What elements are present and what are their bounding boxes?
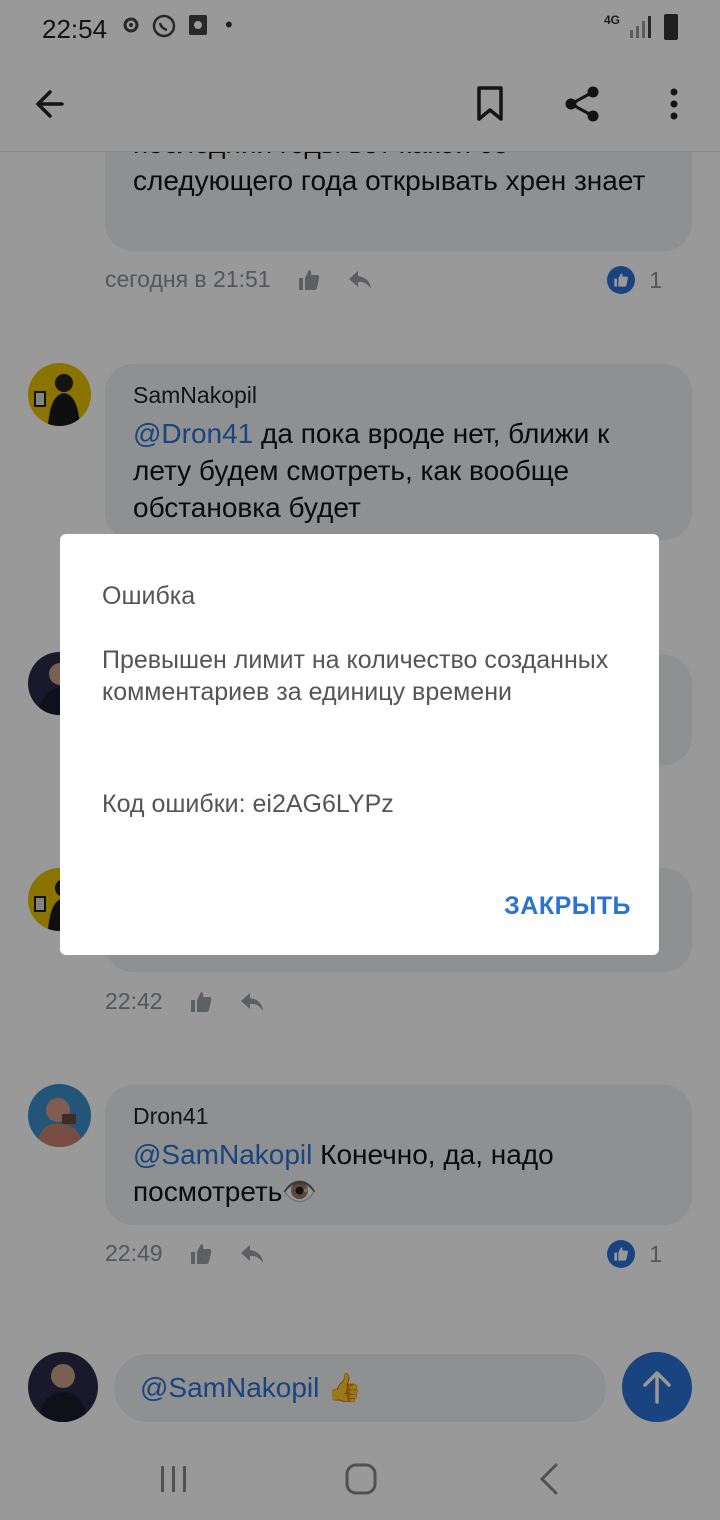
close-button[interactable]: ЗАКРЫТЬ [504, 892, 631, 921]
dialog-error-code: Код ошибки: ei2AG6LYPz [102, 790, 394, 818]
dialog-title: Ошибка [102, 582, 196, 610]
dialog-message: Превышен лимит на количество созданных к… [102, 646, 609, 706]
error-dialog: Ошибка Превышен лимит на количество созд… [60, 534, 659, 955]
